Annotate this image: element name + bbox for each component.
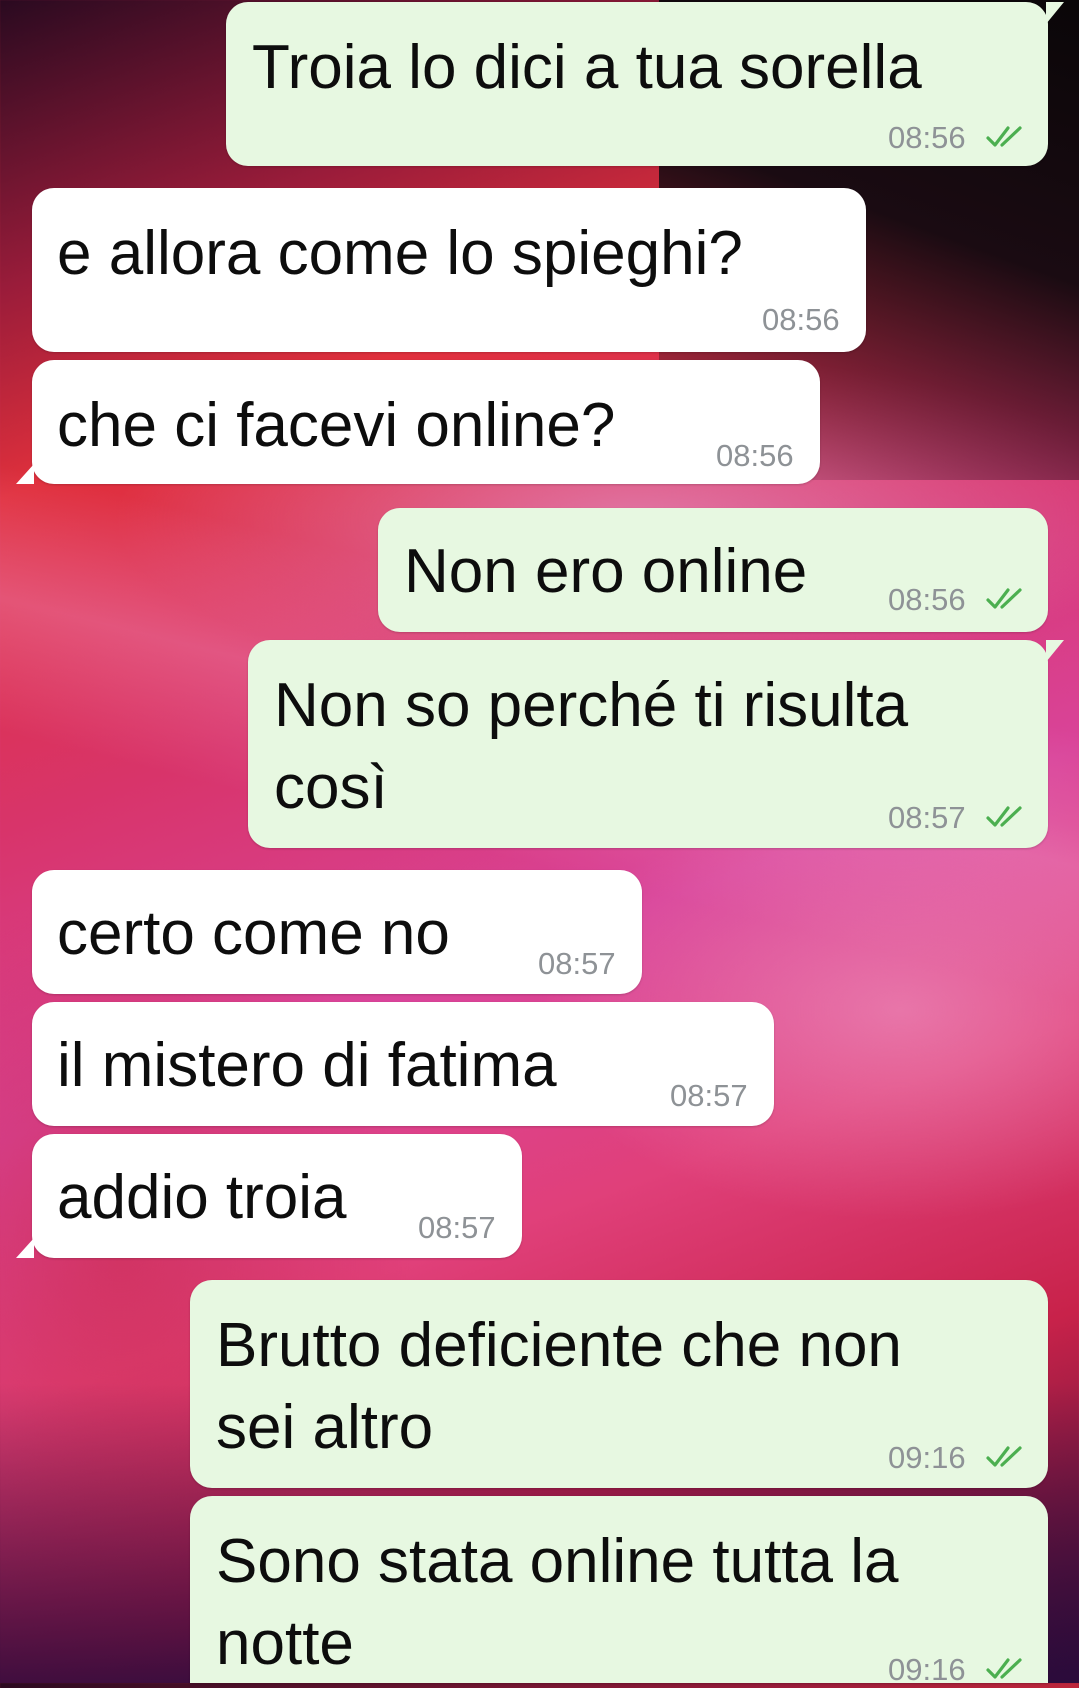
message-text-line: sei altro — [216, 1393, 434, 1462]
message-time: 08:56 — [888, 582, 966, 617]
double-check-icon — [986, 1446, 1022, 1467]
message-text: Troia lo dici a tua sorella — [252, 33, 922, 102]
message-text-line: Non so perché ti risulta — [274, 671, 909, 740]
message-bubble-outgoing[interactable]: Troia lo dici a tua sorella 08:56 — [226, 2, 1064, 166]
message-time: 08:56 — [716, 438, 794, 473]
message-time: 08:57 — [538, 946, 616, 981]
message-bubble-incoming[interactable]: il mistero di fatima 08:57 — [32, 1002, 774, 1126]
message-time: 08:57 — [670, 1078, 748, 1113]
message-bubble-incoming[interactable]: e allora come lo spieghi? 08:56 — [32, 188, 866, 352]
double-check-icon — [986, 806, 1022, 827]
message-text-line: così — [274, 753, 388, 822]
message-text-line: notte — [216, 1609, 354, 1678]
chat-conversation[interactable]: Troia lo dici a tua sorella 08:56 e allo… — [0, 0, 1079, 1687]
message-text: che ci facevi online? — [57, 391, 616, 460]
double-check-icon — [986, 1658, 1022, 1679]
message-bubble-incoming[interactable]: che ci facevi online? 08:56 — [16, 360, 820, 484]
message-time: 08:56 — [888, 120, 966, 155]
double-check-icon — [986, 126, 1022, 147]
message-text: addio troia — [57, 1163, 347, 1232]
message-text-line: Brutto deficiente che non — [216, 1311, 902, 1380]
message-text: certo come no — [57, 899, 450, 968]
message-text: e allora come lo spieghi? — [57, 219, 743, 288]
message-time: 09:16 — [888, 1440, 966, 1475]
message-bubble-outgoing[interactable]: Brutto deficiente che non sei altro 09:1… — [190, 1280, 1048, 1488]
double-check-icon — [986, 588, 1022, 609]
message-time: 08:56 — [762, 302, 840, 337]
message-bubble-outgoing[interactable]: Non ero online 08:56 — [378, 508, 1048, 632]
message-text-line: Sono stata online tutta la — [216, 1527, 899, 1596]
message-time: 08:57 — [418, 1210, 496, 1245]
message-text: Non ero online — [404, 537, 808, 606]
message-bubble-outgoing[interactable]: Sono stata online tutta la notte 09:16 — [190, 1496, 1048, 1687]
message-bubble-incoming[interactable]: certo come no 08:57 — [32, 870, 642, 994]
message-bubble-outgoing[interactable]: Non so perché ti risulta così 08:57 — [248, 640, 1064, 848]
message-time: 08:57 — [888, 800, 966, 835]
message-bubble-incoming[interactable]: addio troia 08:57 — [16, 1134, 522, 1258]
message-text: il mistero di fatima — [57, 1031, 557, 1100]
